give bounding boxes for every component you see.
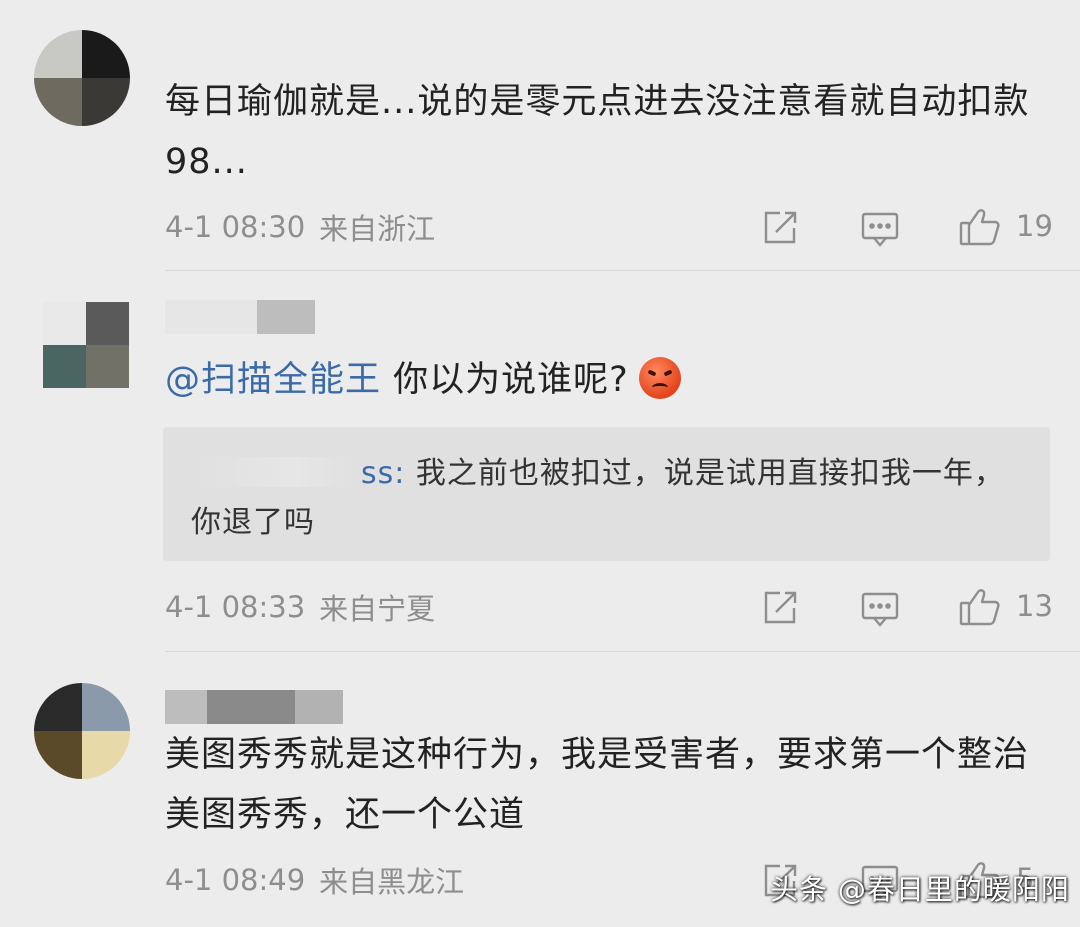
divider xyxy=(165,270,1080,271)
username-redacted[interactable] xyxy=(165,690,343,724)
divider xyxy=(165,651,1080,652)
angry-face-icon xyxy=(638,357,681,399)
avatar[interactable] xyxy=(34,683,130,779)
thumbs-up-icon xyxy=(959,589,1000,626)
like-button[interactable]: 13 xyxy=(958,584,1053,628)
reply-button[interactable] xyxy=(860,206,900,250)
reply-button[interactable] xyxy=(860,586,900,630)
comment-meta: 4-1 08:30 来自浙江 xyxy=(165,207,435,247)
avatar[interactable] xyxy=(43,302,129,388)
share-button[interactable] xyxy=(760,206,800,250)
comment-text: @扫描全能王 你以为说谁呢? xyxy=(165,350,1045,410)
like-count: 19 xyxy=(1016,209,1053,243)
thumbs-up-icon xyxy=(959,209,1000,246)
like-button[interactable]: 19 xyxy=(958,204,1053,248)
comment-text: 每日瑜伽就是...说的是零元点进去没注意看就自动扣款98... xyxy=(165,82,1030,182)
quoted-reply-text: ss: 我之前也被扣过，说是试用直接扣我一年，你退了吗 xyxy=(191,449,1011,547)
comment-meta: 4-1 08:33 来自宁夏 xyxy=(165,587,435,627)
quoted-username-redacted xyxy=(191,457,361,487)
comment-location: 来自宁夏 xyxy=(319,592,436,626)
quoted-reply[interactable]: ss: 我之前也被扣过，说是试用直接扣我一年，你退了吗 xyxy=(163,427,1050,561)
comment-location: 来自黑龙江 xyxy=(319,865,465,899)
share-button[interactable] xyxy=(760,586,800,630)
comment-text: 美图秀秀就是这种行为，我是受害者，要求第一个整治美图秀秀，还一个公道 xyxy=(165,735,1030,835)
comment-meta: 4-1 08:49 来自黑龙江 xyxy=(165,860,464,900)
comment-time: 4-1 08:49 xyxy=(165,863,306,897)
like-count: 13 xyxy=(1016,589,1053,623)
comment-time: 4-1 08:30 xyxy=(165,210,306,244)
share-icon xyxy=(764,211,797,244)
comment-icon xyxy=(861,212,899,247)
comment-icon xyxy=(861,592,899,627)
watermark: 头条 @春日里的暖阳阳 xyxy=(770,873,1070,906)
comment-location: 来自浙江 xyxy=(319,212,436,246)
comment-body: 你以为说谁呢? xyxy=(381,360,629,400)
quoted-username[interactable]: ss: xyxy=(361,456,405,491)
share-icon xyxy=(764,591,797,624)
mention-link[interactable]: @扫描全能王 xyxy=(165,360,381,400)
comment-list: 每日瑜伽就是...说的是零元点进去没注意看就自动扣款98... 4-1 08:3… xyxy=(0,0,1080,927)
avatar[interactable] xyxy=(34,30,130,126)
comment-time: 4-1 08:33 xyxy=(165,590,306,624)
username-redacted[interactable] xyxy=(165,300,315,334)
